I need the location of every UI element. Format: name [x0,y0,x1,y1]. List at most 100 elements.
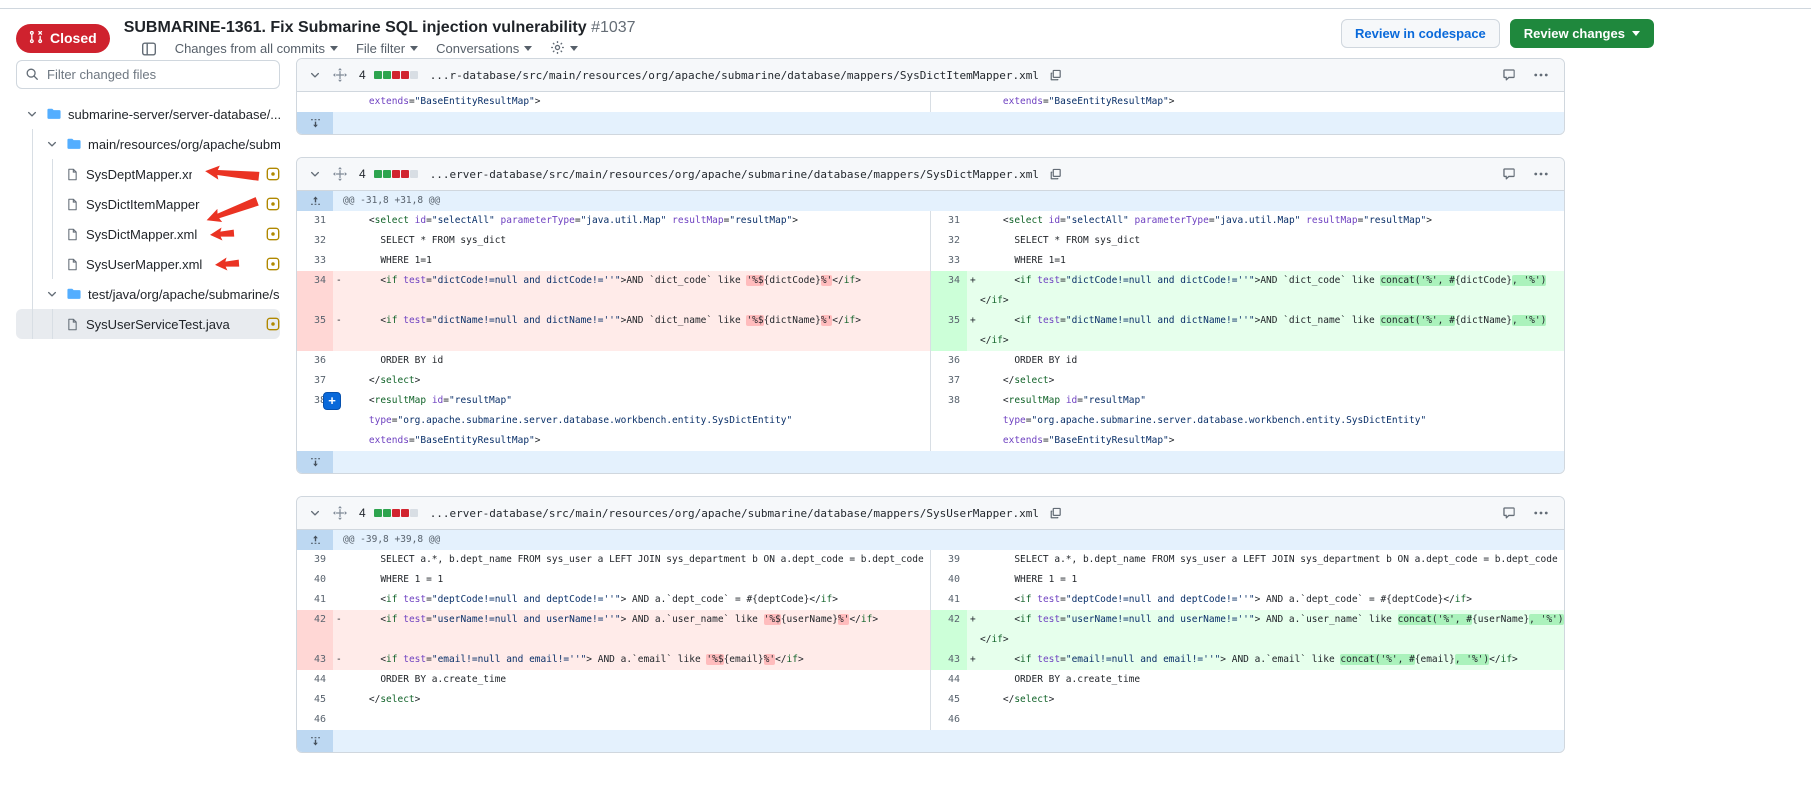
copy-path-icon[interactable] [1047,67,1064,84]
expand-down-icon[interactable] [297,730,333,752]
review-in-codespace-button[interactable]: Review in codespace [1341,19,1500,48]
diff-settings-menu[interactable] [550,40,578,58]
line-number[interactable]: 42 [297,610,333,630]
line-number[interactable]: 44 [930,670,967,690]
review-changes-button[interactable]: Review changes [1510,19,1654,48]
drag-handle-icon[interactable] [331,504,349,522]
line-number[interactable]: 34 [930,271,967,291]
hunk-header: @@ -31,8 +31,8 @@ [333,191,1564,211]
filter-changed-files-input[interactable] [16,60,280,89]
line-number[interactable]: 38 [930,391,967,411]
line-number[interactable]: 43 [930,650,967,670]
kebab-menu-icon[interactable] [1532,509,1550,517]
line-number[interactable]: 37 [297,371,333,391]
collapse-file-chevron-icon[interactable] [307,166,323,182]
line-number[interactable]: 33 [297,251,333,271]
file-path-link[interactable]: ...erver-database/src/main/resources/org… [430,168,1039,181]
line-number[interactable]: 32 [297,231,333,251]
line-number[interactable]: 32 [930,231,967,251]
diffstat-square [401,509,409,517]
code-cell: - <if test="email!=null and email!=''"> … [333,650,930,670]
changes-from-menu[interactable]: Changes from all commits [175,41,338,56]
file-comment-icon[interactable] [1500,165,1518,183]
line-number[interactable]: 36 [930,351,967,371]
line-number[interactable] [930,92,967,112]
code-cell: + <if test="userName!=null and userName!… [967,610,1564,630]
conversations-menu[interactable]: Conversations [436,41,532,56]
line-number[interactable]: 41 [297,590,333,610]
file-path-link[interactable]: ...erver-database/src/main/resources/org… [430,507,1039,520]
line-number[interactable] [930,630,967,650]
line-number[interactable]: 43 [297,650,333,670]
copy-path-icon[interactable] [1047,166,1064,183]
file-comment-icon[interactable] [1500,504,1518,522]
copy-path-icon[interactable] [1047,505,1064,522]
sidebar-toggle-icon[interactable] [141,41,157,57]
code-cell [333,710,930,730]
kebab-menu-icon[interactable] [1532,170,1550,178]
diffstat-square [410,71,418,79]
line-number[interactable]: 39 [930,550,967,570]
tree-folder-row[interactable]: test/java/org/apache/submarine/s... [16,279,280,309]
diff-line-row: extends="BaseEntityResultMap"> extends="… [297,431,1564,451]
line-number[interactable] [930,291,967,311]
line-number[interactable] [930,331,967,351]
line-number[interactable]: 41 [930,590,967,610]
tree-file-row[interactable]: SysUserServiceTest.java [16,309,280,339]
line-number[interactable]: 35 [297,311,333,331]
pr-status-label: Closed [50,30,97,46]
line-number[interactable]: 45 [297,690,333,710]
line-number[interactable] [930,431,967,451]
line-number[interactable]: 37 [930,371,967,391]
line-number[interactable]: 46 [930,710,967,730]
tree-file-row[interactable]: SysUserMapper.xml [16,249,280,279]
line-number[interactable]: 45 [930,690,967,710]
line-number[interactable] [297,431,333,451]
line-number[interactable]: 31 [930,211,967,231]
line-number[interactable] [297,411,333,431]
line-number[interactable]: 35 [930,311,967,331]
line-number[interactable]: 44 [297,670,333,690]
line-number[interactable]: 31 [297,211,333,231]
line-number[interactable]: 40 [297,570,333,590]
file-icon [64,168,80,181]
line-number[interactable]: 33 [930,251,967,271]
add-comment-button[interactable]: + [323,392,341,410]
code-cell: - <if test="userName!=null and userName!… [333,610,930,630]
tree-file-row[interactable]: SysDeptMapper.xml [16,159,280,189]
file-filter-label: File filter [356,41,405,56]
file-path-link[interactable]: ...r-database/src/main/resources/org/apa… [430,69,1039,82]
tree-file-row[interactable]: SysDictItemMapper.xml [16,189,280,219]
chevron-down-icon[interactable] [44,288,60,300]
code-cell [967,710,1564,730]
expand-row [297,112,1564,134]
kebab-menu-icon[interactable] [1532,71,1550,79]
file-filter-menu[interactable]: File filter [356,41,418,56]
line-number[interactable]: 39 [297,550,333,570]
line-number[interactable] [297,92,333,112]
collapse-file-chevron-icon[interactable] [307,505,323,521]
expand-up-icon[interactable] [297,191,333,211]
line-number[interactable]: 42 [930,610,967,630]
drag-handle-icon[interactable] [331,66,349,84]
line-number[interactable] [297,291,333,311]
tree-folder-row[interactable]: submarine-server/server-database/... [16,99,280,129]
chevron-down-icon[interactable] [44,138,60,150]
collapse-file-chevron-icon[interactable] [307,67,323,83]
drag-handle-icon[interactable] [331,165,349,183]
file-comment-icon[interactable] [1500,66,1518,84]
line-number[interactable] [297,630,333,650]
expand-down-icon[interactable] [297,112,333,134]
line-number[interactable]: 46 [297,710,333,730]
code-cell: extends="BaseEntityResultMap"> [967,92,1564,112]
expand-up-icon[interactable] [297,530,333,550]
tree-file-row[interactable]: SysDictMapper.xml [16,219,280,249]
line-number[interactable] [930,411,967,431]
line-number[interactable]: 36 [297,351,333,371]
chevron-down-icon[interactable] [24,108,40,120]
line-number[interactable]: 40 [930,570,967,590]
expand-down-icon[interactable] [297,451,333,473]
tree-folder-row[interactable]: main/resources/org/apache/subm... [16,129,280,159]
line-number[interactable]: 34 [297,271,333,291]
line-number[interactable] [297,331,333,351]
